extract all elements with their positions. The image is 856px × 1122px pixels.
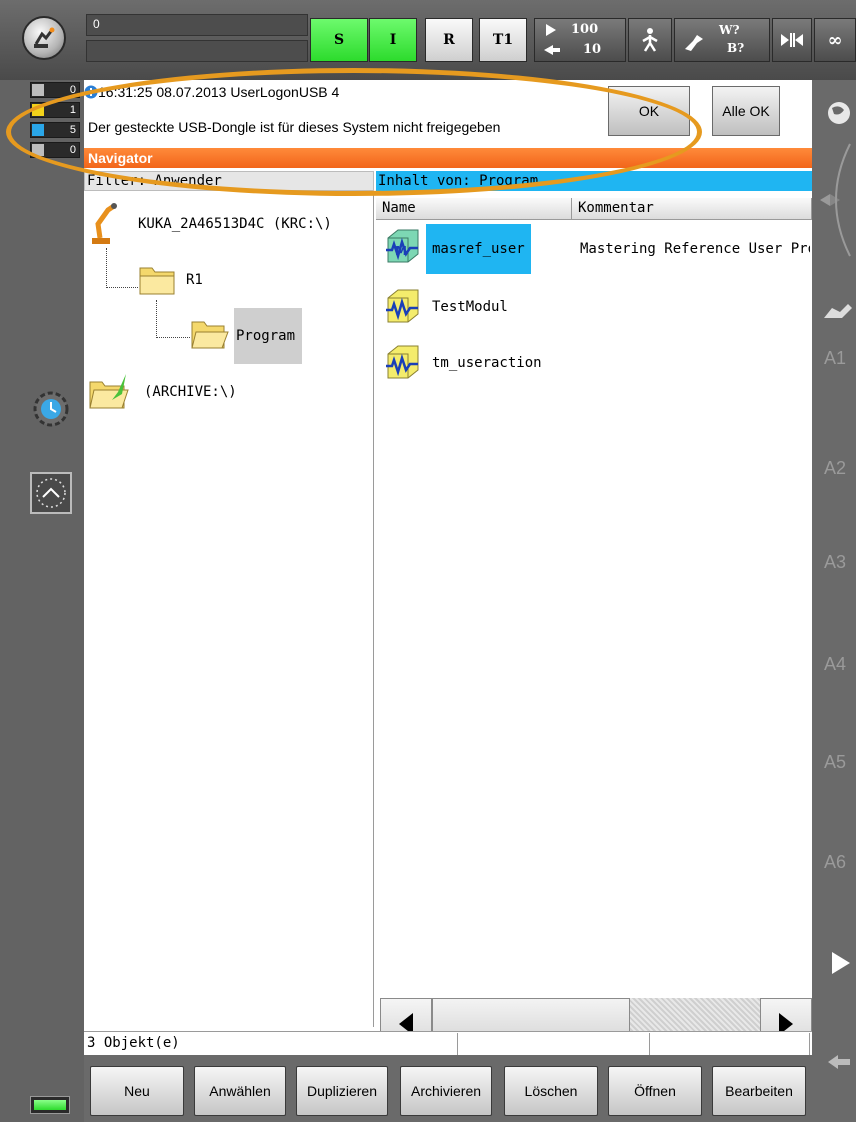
ok-button[interactable]: OK [608,86,690,136]
module-icon: M [386,229,419,263]
space-mouse-icon[interactable] [816,140,856,260]
new-button[interactable]: Neu [90,1066,184,1116]
message-header: 16:31:25 08.07.2013 UserLogonUSB 4 [98,84,340,100]
kuka-logo-icon [34,27,55,48]
acknowledge-icon [32,84,44,96]
green-led-icon [34,1100,66,1110]
file-comment: Mastering Reference User Pro [580,241,810,257]
select-button[interactable]: Anwählen [194,1066,286,1116]
walking-person-icon [642,28,658,52]
state-message-counter[interactable]: 1 [30,102,80,118]
message-counter-line: 0 [86,14,308,36]
open-button[interactable]: Öffnen [608,1066,702,1116]
duplicate-button[interactable]: Duplizieren [296,1066,388,1116]
axis-label-a2[interactable]: A2 [824,458,846,479]
tree-item-archive[interactable]: (ARCHIVE:\) [144,384,237,400]
dialog-message-counter[interactable]: 0 [30,142,80,158]
active-tool-base[interactable]: W? B? [674,18,770,62]
jog-hand-icon[interactable] [826,1052,852,1072]
svg-text:M: M [395,244,407,258]
right-side-bar: A1 A2 A3 A4 A5 A6 [812,80,856,1122]
program-override: 100 [571,22,599,37]
gear-clock-button[interactable] [32,390,70,428]
axis-label-a4[interactable]: A4 [824,654,846,675]
archive-folder-icon[interactable] [88,370,130,412]
robot-icon[interactable] [88,198,118,246]
open-folder-icon[interactable] [190,316,230,352]
base-label: B? [727,41,745,55]
module-icon [386,345,419,379]
column-header-name[interactable]: Name [376,198,572,220]
play-icon [546,24,556,36]
robot-tool-icon [685,35,703,51]
increment-value[interactable]: ∞ [814,18,856,62]
status-cell-2 [460,1033,650,1055]
tree-item-program[interactable]: Program [236,328,295,344]
filter-label[interactable]: Filter: Anwender [84,171,374,191]
folder-icon[interactable] [138,262,176,296]
axis-label-a1[interactable]: A1 [824,348,846,369]
gear-icon [33,391,69,427]
file-name: TestModul [432,299,508,315]
top-status-bar: 0 S I R T1 100 10 W? B? ∞ [0,0,856,80]
warning-icon [32,104,44,116]
status-indicator [30,1096,70,1114]
softkey-bar: Neu Anwählen Duplizieren Archivieren Lös… [84,1055,812,1122]
jog-mode-button[interactable] [628,18,672,62]
axis-label-a6[interactable]: A6 [824,852,846,873]
acknowledge-message-counter[interactable]: 0 [30,82,80,98]
jog-override: 10 [583,42,602,57]
message-summary[interactable]: 0 [86,14,308,62]
dialog-icon [32,144,44,156]
tree-connector [156,300,190,338]
object-count: 3 Objekt(e) [84,1033,458,1055]
message-text: Der gesteckte USB-Dongle ist für dieses … [88,119,501,135]
left-side-bar: 0 1 5 0 [0,80,84,1122]
operating-mode[interactable]: T1 [479,18,527,62]
override-status[interactable]: 100 10 [534,18,626,62]
status-bar: 3 Objekt(e) [84,1031,812,1055]
status-cell-3 [652,1033,810,1055]
incremental-jog-button[interactable] [772,18,812,62]
clock-button[interactable] [30,472,72,514]
clock-icon [36,478,66,508]
robot-jog-icon[interactable] [822,302,854,322]
tool-label: W? [719,23,740,37]
tree-item-robot[interactable]: KUKA_2A46513D4C (KRC:\) [138,216,332,232]
navigator-title: Navigator [84,148,812,168]
tree-connector [106,248,138,288]
play-arrow-icon[interactable] [830,950,852,976]
jog-hand-icon [544,45,560,55]
column-header-comment[interactable]: Kommentar [572,198,812,220]
file-name: masref_user [426,224,531,274]
message-line-2 [86,40,308,62]
drives-status[interactable]: I [369,18,417,62]
robot-interpreter-status[interactable]: R [425,18,473,62]
archive-button[interactable]: Archivieren [400,1066,492,1116]
increment-arrows-icon [781,33,803,47]
edit-button[interactable]: Bearbeiten [712,1066,806,1116]
module-icon [386,289,419,323]
message-window: 16:31:25 08.07.2013 UserLogonUSB 4 Der g… [84,80,812,146]
axis-label-a5[interactable]: A5 [824,752,846,773]
globe-icon[interactable] [826,100,852,126]
info-icon [84,85,98,99]
info-icon [32,124,44,136]
submit-interpreter-status[interactable]: S [310,18,368,62]
all-ok-button[interactable]: Alle OK [712,86,780,136]
content-of-label: Inhalt von: Program [376,171,812,191]
file-name: tm_useraction [432,355,542,371]
info-message-counter[interactable]: 5 [30,122,80,138]
axis-label-a3[interactable]: A3 [824,552,846,573]
tree-item-r1[interactable]: R1 [186,272,203,288]
kuka-main-menu-button[interactable] [22,16,66,60]
delete-button[interactable]: Löschen [504,1066,598,1116]
